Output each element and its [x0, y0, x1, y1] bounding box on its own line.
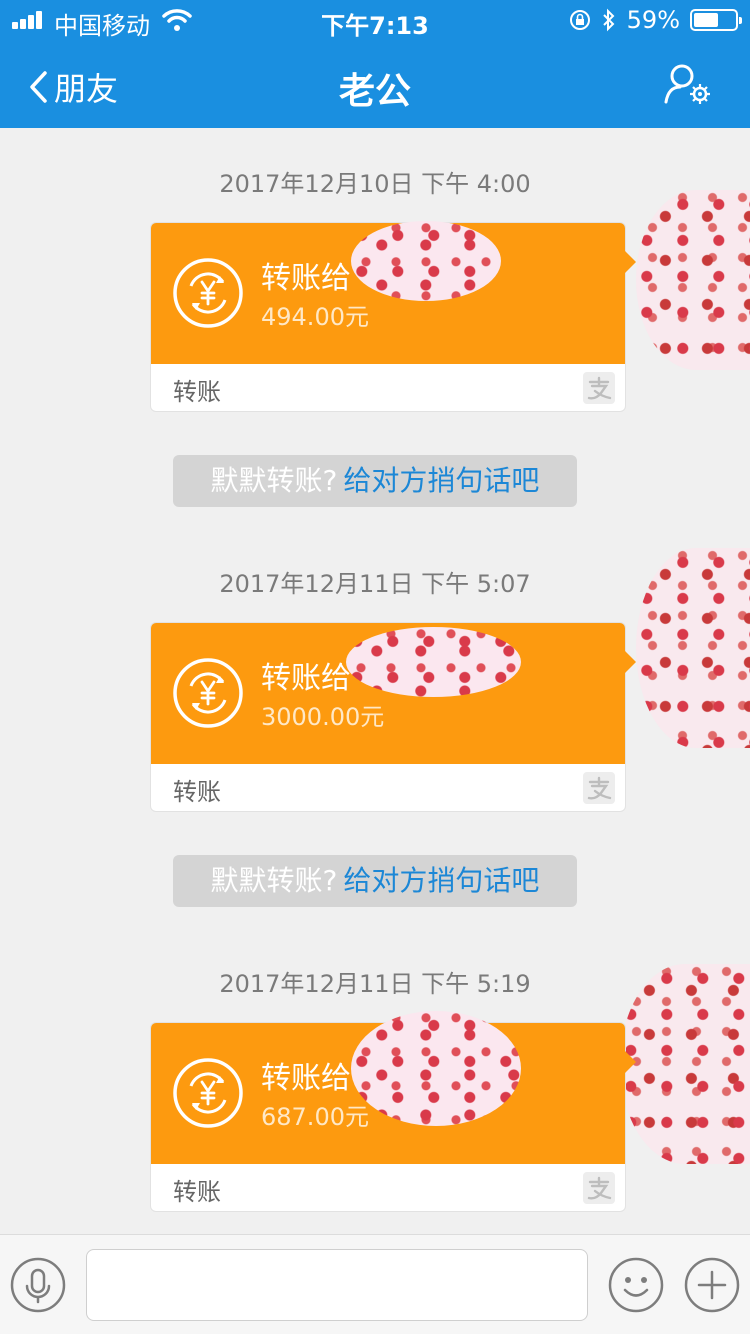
message-timestamp: 2017年12月10日 下午 4:00: [219, 170, 531, 198]
status-bar: 中国移动 下午7:13 59%: [0, 0, 750, 40]
redacted-name-blur: [351, 221, 501, 301]
battery-percent: 59%: [626, 6, 680, 34]
hint-text: 默默转账?: [210, 464, 338, 497]
redacted-name-blur: [351, 1011, 521, 1126]
send-message-hint[interactable]: 默默转账? 给对方捎句话吧: [173, 855, 577, 907]
transfer-card[interactable]: 转账给 687.00元 转账: [150, 1011, 636, 1212]
transfer-amount: 494.00元: [261, 303, 369, 331]
message-input[interactable]: [86, 1249, 588, 1321]
battery-icon: [690, 9, 742, 31]
transfer-yuan-icon: [173, 258, 243, 328]
message-timestamp: 2017年12月11日 下午 5:07: [219, 570, 531, 598]
alipay-icon: [583, 1172, 615, 1204]
header: 中国移动 下午7:13 59% 朋友 老公: [0, 0, 750, 128]
bluetooth-icon: [602, 8, 615, 32]
transfer-card[interactable]: 转账给 494.00元 转账: [150, 221, 636, 412]
hint-text: 默默转账?: [210, 864, 338, 897]
hint-link[interactable]: 给对方捎句话吧: [343, 464, 539, 497]
alipay-icon: [583, 772, 615, 804]
input-bar: [0, 1234, 750, 1334]
transfer-title: 转账给: [261, 1061, 351, 1096]
transfer-title: 转账给: [261, 261, 351, 296]
voice-input-button[interactable]: [10, 1257, 66, 1313]
avatar[interactable]: [636, 548, 750, 748]
avatar[interactable]: [636, 190, 750, 370]
avatar[interactable]: [620, 964, 750, 1164]
profile-settings-button[interactable]: [662, 62, 714, 108]
emoji-button[interactable]: [608, 1257, 664, 1313]
status-right: 59%: [569, 6, 742, 34]
transfer-card[interactable]: 转账给 3000.00元 转账: [150, 622, 636, 812]
chat-area[interactable]: 2017年12月10日 下午 4:00 转账给 494.00元 转账 默默转账?…: [0, 128, 750, 1234]
transfer-label: 转账: [173, 778, 221, 806]
alipay-icon: [583, 372, 615, 404]
orientation-lock-icon: [569, 10, 590, 30]
send-message-hint[interactable]: 默默转账? 给对方捎句话吧: [173, 455, 577, 507]
transfer-amount: 687.00元: [261, 1103, 369, 1131]
transfer-label: 转账: [173, 1178, 221, 1206]
transfer-yuan-icon: [173, 1058, 243, 1128]
transfer-amount: 3000.00元: [261, 703, 385, 731]
redacted-name-blur: [346, 627, 521, 697]
transfer-label: 转账: [173, 378, 221, 406]
more-options-button[interactable]: [684, 1257, 740, 1313]
transfer-yuan-icon: [173, 658, 243, 728]
hint-link[interactable]: 给对方捎句话吧: [343, 864, 539, 897]
page-title: 老公: [338, 71, 411, 112]
transfer-title: 转账给: [261, 661, 351, 696]
